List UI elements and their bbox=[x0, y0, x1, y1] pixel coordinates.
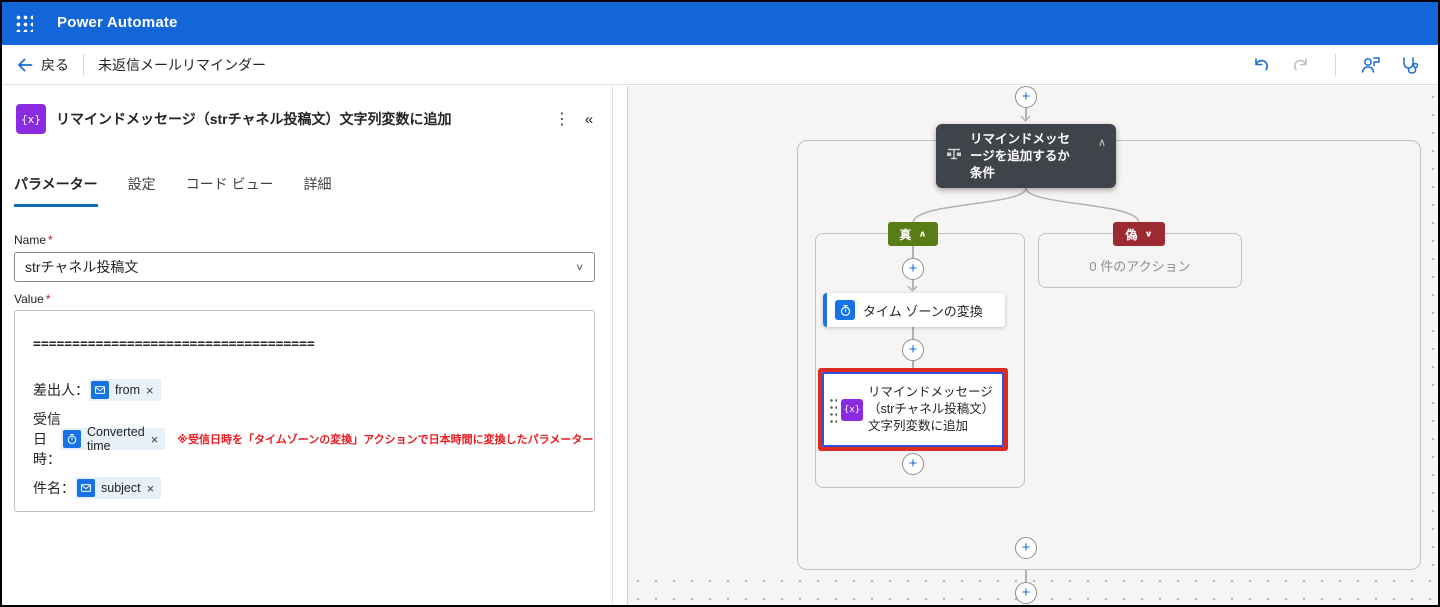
outlook-icon bbox=[91, 381, 109, 399]
subject-row: 件名： subject × bbox=[33, 477, 578, 499]
value-field-label: Value* bbox=[14, 292, 50, 306]
waffle-menu-icon[interactable] bbox=[15, 14, 33, 32]
variable-action-icon: {x} bbox=[841, 399, 863, 421]
insert-action-button[interactable]: + bbox=[1015, 537, 1037, 559]
panel-tabs: パラメーター 設定 コード ビュー 詳細 bbox=[14, 174, 331, 207]
name-select[interactable]: strチャネル投稿文 ∨ bbox=[14, 252, 595, 282]
toolbar-divider bbox=[1335, 54, 1336, 76]
subject-label: 件名： bbox=[33, 478, 75, 498]
connector-line bbox=[912, 327, 914, 339]
name-select-value: strチャネル投稿文 bbox=[25, 257, 138, 277]
redo-button[interactable] bbox=[1281, 50, 1321, 80]
separator-line: ==================================== bbox=[33, 337, 578, 352]
condition-node[interactable]: リマインドメッセージを追加するか 条件 ∧ bbox=[936, 124, 1116, 188]
dynamic-token-subject[interactable]: subject × bbox=[75, 477, 161, 499]
tab-settings[interactable]: 設定 bbox=[128, 174, 156, 207]
condition-icon bbox=[946, 146, 962, 167]
person-flag-icon bbox=[1359, 55, 1381, 75]
received-row: 受信日時： Converted time × ※受信日時を「タイムゾーンの変換」… bbox=[33, 428, 578, 450]
flow-title: 未返信メールリマインダー bbox=[98, 55, 266, 75]
app-title: Power Automate bbox=[57, 14, 178, 31]
condition-title: リマインドメッセージを追加するか 条件 bbox=[970, 131, 1082, 182]
canvas-dot-grid bbox=[1424, 88, 1438, 568]
value-editor[interactable]: ==================================== 差出人… bbox=[14, 310, 595, 512]
insert-action-button[interactable]: + bbox=[1015, 582, 1037, 604]
drag-handle-icon[interactable] bbox=[829, 397, 837, 423]
received-annotation: ※受信日時を「タイムゾーンの変換」アクションで日本時間に変換したパラメーター bbox=[177, 431, 593, 447]
received-label: 受信日時： bbox=[33, 409, 61, 469]
highlight-annotation-border: {x} リマインドメッセージ（strチャネル投稿文）文字列変数に追加 bbox=[818, 368, 1008, 451]
token-label: subject bbox=[101, 481, 141, 495]
chevron-down-icon: ∨ bbox=[575, 261, 584, 272]
flow-toolbar: 戻る 未返信メールリマインダー bbox=[0, 45, 1440, 85]
insert-action-button[interactable]: + bbox=[902, 258, 924, 280]
undo-button[interactable] bbox=[1241, 50, 1281, 80]
clock-icon bbox=[63, 430, 81, 448]
action-title: リマインドメッセージ（strチャネル投稿文）文字列変数に追加 bbox=[56, 109, 451, 129]
append-variable-action-label: リマインドメッセージ（strチャネル投稿文）文字列変数に追加 bbox=[868, 384, 997, 435]
app-bar: Power Automate bbox=[0, 0, 1440, 45]
required-asterisk: * bbox=[46, 292, 51, 306]
insert-action-button[interactable]: + bbox=[1015, 86, 1037, 108]
chevron-up-icon[interactable]: ∧ bbox=[1098, 136, 1106, 149]
timezone-action-card[interactable]: タイム ゾーンの変換 bbox=[823, 293, 1005, 327]
timezone-action-label: タイム ゾーンの変換 bbox=[863, 301, 983, 320]
more-actions-button[interactable]: ⋮ bbox=[548, 109, 576, 129]
branch-connectors bbox=[860, 188, 1192, 223]
tab-code-view[interactable]: コード ビュー bbox=[186, 174, 274, 207]
true-branch-badge[interactable]: 真 ∧ bbox=[888, 222, 938, 246]
toolbar-divider bbox=[83, 54, 84, 76]
required-asterisk: * bbox=[48, 233, 53, 247]
false-branch-badge[interactable]: 偽 ∨ bbox=[1113, 222, 1165, 246]
back-arrow-icon bbox=[16, 56, 34, 74]
dynamic-token-from[interactable]: from × bbox=[89, 379, 161, 401]
false-branch-empty-text: 0 件のアクション bbox=[1089, 246, 1190, 275]
name-field-label: Name* bbox=[14, 233, 53, 247]
collapse-panel-button[interactable]: « bbox=[576, 111, 602, 128]
sender-label: 差出人： bbox=[33, 380, 89, 400]
remove-token-icon[interactable]: × bbox=[151, 433, 159, 446]
token-label: from bbox=[115, 383, 140, 397]
insert-action-button[interactable]: + bbox=[902, 453, 924, 475]
panel-header: {x} リマインドメッセージ（strチャネル投稿文）文字列変数に追加 ⋮ « bbox=[16, 104, 602, 134]
connector-line bbox=[912, 361, 914, 368]
token-label: Converted time bbox=[87, 425, 145, 453]
redo-icon bbox=[1291, 55, 1311, 75]
tab-parameters[interactable]: パラメーター bbox=[14, 174, 98, 207]
action-config-panel: {x} リマインドメッセージ（strチャネル投稿文）文字列変数に追加 ⋮ « パ… bbox=[0, 86, 613, 607]
outlook-icon bbox=[77, 479, 95, 497]
connector-line bbox=[912, 246, 914, 258]
insert-action-button[interactable]: + bbox=[902, 339, 924, 361]
back-label: 戻る bbox=[41, 55, 69, 75]
chevron-up-icon: ∧ bbox=[918, 229, 926, 238]
undo-icon bbox=[1251, 55, 1271, 75]
timezone-clock-icon bbox=[835, 300, 855, 320]
tab-about[interactable]: 詳細 bbox=[303, 174, 331, 207]
back-button[interactable]: 戻る bbox=[16, 55, 69, 75]
variable-action-icon: {x} bbox=[16, 104, 46, 134]
remove-token-icon[interactable]: × bbox=[147, 482, 155, 495]
dynamic-token-converted-time[interactable]: Converted time × bbox=[61, 428, 165, 450]
sender-row: 差出人： from × bbox=[33, 379, 578, 401]
power-automate-designer: Power Automate 戻る 未返信メールリマインダー bbox=[0, 0, 1440, 607]
remove-token-icon[interactable]: × bbox=[146, 384, 154, 397]
stethoscope-icon bbox=[1400, 55, 1420, 75]
connector-line bbox=[1025, 570, 1027, 582]
append-variable-action-card[interactable]: {x} リマインドメッセージ（strチャネル投稿文）文字列変数に追加 bbox=[822, 372, 1004, 447]
chevron-down-icon: ∨ bbox=[1144, 229, 1152, 238]
flow-checker-button[interactable] bbox=[1390, 50, 1430, 80]
send-copy-button[interactable] bbox=[1350, 50, 1390, 80]
